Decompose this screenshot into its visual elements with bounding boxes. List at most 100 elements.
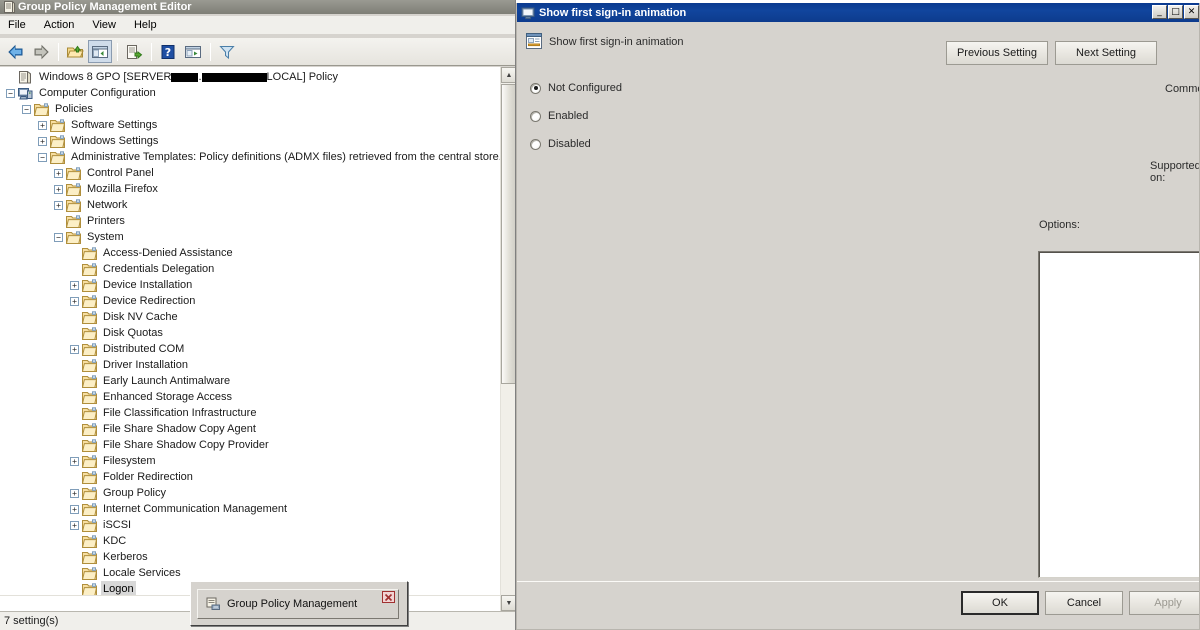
tree-toggle-spacer [70,329,79,338]
tree-toggle-spacer [6,73,15,82]
menu-action[interactable]: Action [36,17,83,34]
expand-toggle-icon[interactable]: + [70,456,79,466]
folder-icon [50,150,65,164]
tree-item-early-launch-antimalware[interactable]: Early Launch Antimalware [0,373,500,389]
tree-item-device-redirection[interactable]: + Device Redirection [0,293,500,309]
tree-item-software-settings[interactable]: + Software Settings [0,117,500,133]
tree-item-credentials-delegation[interactable]: Credentials Delegation [0,261,500,277]
tree-item-control-panel[interactable]: + Control Panel [0,165,500,181]
maximize-button[interactable]: □ [1168,5,1183,19]
tree-item-filesystem[interactable]: + Filesystem [0,453,500,469]
folder-icon [82,566,97,580]
tree-toggle-spacer [54,217,63,226]
menu-help[interactable]: Help [126,17,165,34]
tree-scroll-thumb[interactable] [501,84,515,384]
back-arrow-icon[interactable] [4,40,28,63]
tree-item-windows-8-gpo-server[interactable]: Windows 8 GPO [SERVER. LOCAL] Policy [0,69,500,85]
tree-item-device-installation[interactable]: + Device Installation [0,277,500,293]
expand-toggle-icon[interactable]: + [70,344,79,354]
show-hide-console-tree-icon[interactable] [88,40,112,63]
menu-view[interactable]: View [84,17,124,34]
tree-item-locale-services[interactable]: Locale Services [0,565,500,581]
help-question-icon[interactable]: ? [156,40,180,63]
tree-item-file-share-shadow-copy-provider[interactable]: File Share Shadow Copy Provider [0,437,500,453]
tree-toggle-spacer [70,441,79,450]
tree-item-printers[interactable]: Printers [0,213,500,229]
policy-setting-header-icon [525,32,543,50]
tree-item-access-denied-assistance[interactable]: Access-Denied Assistance [0,245,500,261]
tree-item-label: Device Installation [103,279,193,291]
folder-icon [82,502,97,516]
folder-icon [82,358,97,372]
tree-item-folder-redirection[interactable]: Folder Redirection [0,469,500,485]
radio-disabled[interactable]: Disabled [530,135,740,153]
tree-item-mozilla-firefox[interactable]: + Mozilla Firefox [0,181,500,197]
tree-item-file-share-shadow-copy-agent[interactable]: File Share Shadow Copy Agent [0,421,500,437]
tree-item-network[interactable]: + Network [0,197,500,213]
expand-toggle-icon[interactable]: + [54,168,63,178]
tree-item-disk-nv-cache[interactable]: Disk NV Cache [0,309,500,325]
radio-not-configured[interactable]: Not Configured [530,79,740,97]
tree-item-group-policy[interactable]: + Group Policy [0,485,500,501]
next-setting-button[interactable]: Next Setting [1055,41,1157,65]
tree-scroll-up-arrow[interactable]: ▲ [501,67,515,83]
tree-item-system[interactable]: − System [0,229,500,245]
gpm-popup-close-button[interactable] [382,591,395,603]
tree-item-disk-quotas[interactable]: Disk Quotas [0,325,500,341]
tree-item-administrative-templates-policy-definition[interactable]: − Administrative Templates: Policy defini… [0,149,502,165]
radio-enabled[interactable]: Enabled [530,107,740,125]
expand-toggle-icon[interactable]: + [70,520,79,530]
dialog-title-bar[interactable]: Show first sign-in animation _ □ ✕ [517,3,1199,22]
expand-toggle-icon[interactable]: + [70,504,79,514]
tree-toggle-spacer [70,537,79,546]
group-policy-management-editor-window: Group Policy Management Editor File Acti… [0,0,516,630]
tree-item-file-classification-infrastructure[interactable]: File Classification Infrastructure [0,405,500,421]
close-button[interactable]: ✕ [1184,5,1199,19]
menu-file[interactable]: File [0,17,34,34]
folder-icon [82,422,97,436]
mmc-title-bar[interactable]: Group Policy Management Editor [0,0,515,14]
forward-arrow-icon[interactable] [29,40,53,63]
tree-item-computer-configuration[interactable]: − Computer Configuration [0,85,500,101]
folder-icon [82,438,97,452]
tree-toggle-spacer [70,361,79,370]
options-panel[interactable] [1038,251,1199,578]
collapse-toggle-icon[interactable]: − [22,104,31,114]
tree-item-enhanced-storage-access[interactable]: Enhanced Storage Access [0,389,500,405]
expand-toggle-icon[interactable]: + [38,136,47,146]
expand-toggle-icon[interactable]: + [54,200,63,210]
expand-toggle-icon[interactable]: + [38,120,47,130]
console-tree-panel[interactable]: Windows 8 GPO [SERVER. LOCAL] Policy − Comp… [0,67,515,611]
group-policy-management-taskbar-popup[interactable]: Group Policy Management [190,581,408,626]
previous-setting-button[interactable]: Previous Setting [946,41,1048,65]
collapse-toggle-icon[interactable]: − [6,88,15,98]
tree-item-label: Windows 8 GPO [SERVER. LOCAL] Policy [39,71,339,83]
tree-scroll-down-arrow[interactable]: ▼ [501,595,515,611]
expand-toggle-icon[interactable]: + [54,184,63,194]
cancel-button[interactable]: Cancel [1045,591,1123,615]
tree-vertical-scrollbar[interactable]: ▲ ▼ [500,67,515,611]
ok-button[interactable]: OK [961,591,1039,615]
tree-item-driver-installation[interactable]: Driver Installation [0,357,500,373]
folder-icon [82,310,97,324]
tree-item-windows-settings[interactable]: + Windows Settings [0,133,500,149]
tree-item-kdc[interactable]: KDC [0,533,500,549]
console-tree[interactable]: Windows 8 GPO [SERVER. LOCAL] Policy − Comp… [0,69,502,611]
gpm-popup-inner[interactable]: Group Policy Management [197,589,399,619]
tree-item-kerberos[interactable]: Kerberos [0,549,500,565]
tree-item-iscsi[interactable]: + iSCSI [0,517,500,533]
properties-window-icon[interactable] [181,40,205,63]
folder-icon [50,118,65,132]
expand-toggle-icon[interactable]: + [70,296,79,306]
minimize-button[interactable]: _ [1152,5,1167,19]
tree-item-policies[interactable]: − Policies [0,101,500,117]
export-list-icon[interactable] [122,40,146,63]
filter-funnel-icon[interactable] [215,40,239,63]
tree-item-distributed-com[interactable]: + Distributed COM [0,341,500,357]
collapse-toggle-icon[interactable]: − [54,232,63,242]
expand-toggle-icon[interactable]: + [70,280,79,290]
collapse-toggle-icon[interactable]: − [38,152,47,162]
tree-item-internet-communication-management[interactable]: + Internet Communication Management [0,501,500,517]
expand-toggle-icon[interactable]: + [70,488,79,498]
up-one-level-folder-icon[interactable] [63,40,87,63]
